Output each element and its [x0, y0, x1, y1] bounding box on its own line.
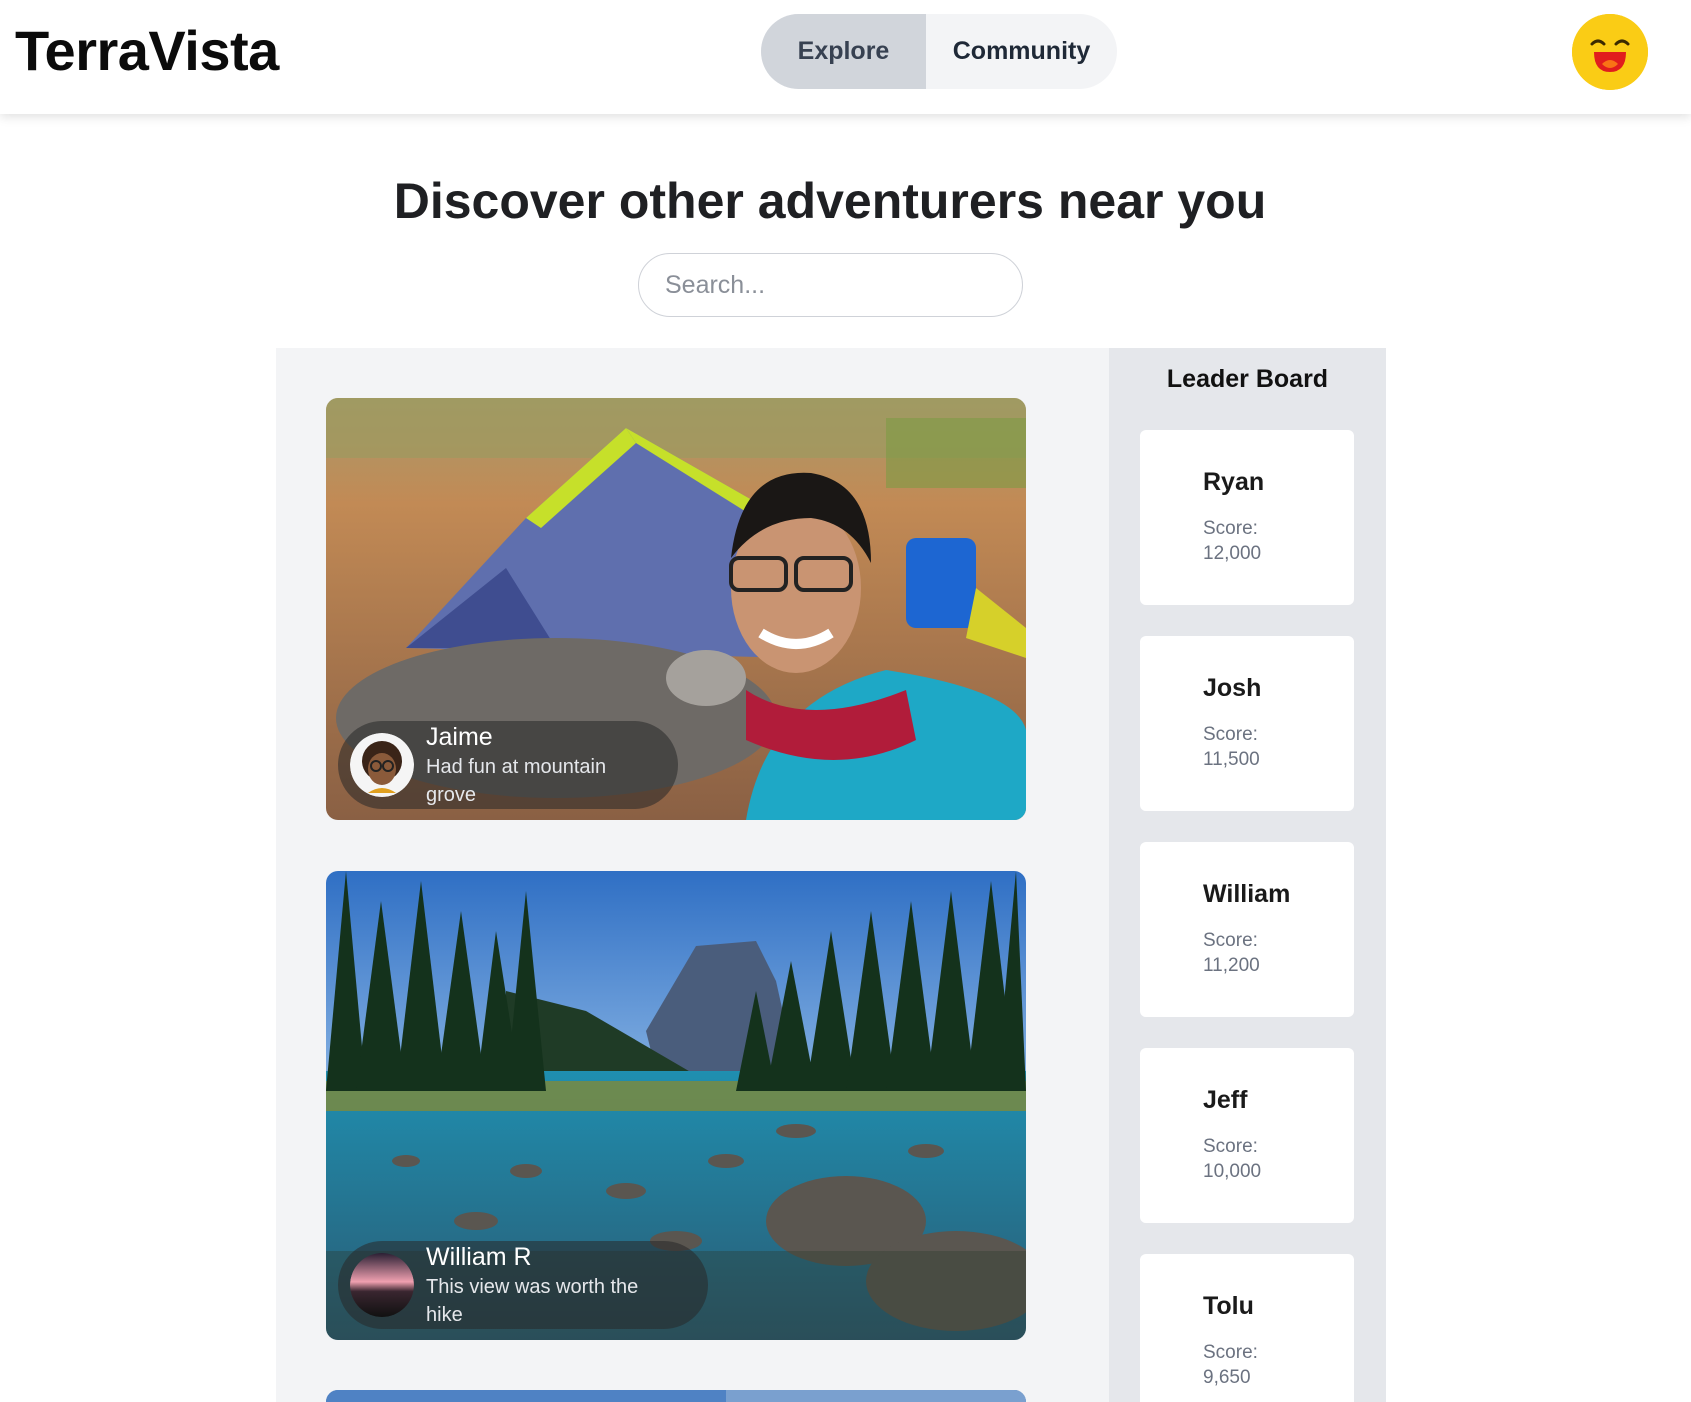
leader-name: Ryan — [1203, 468, 1265, 496]
post-card[interactable] — [326, 1390, 1026, 1402]
score-label: Score: — [1203, 1342, 1258, 1363]
leader-name: Josh — [1203, 674, 1262, 702]
search-input[interactable] — [638, 253, 1023, 317]
leaderboard-title: Leader Board — [1166, 365, 1329, 393]
leaderboard-entry[interactable]: Josh Score: 11,500 — [1140, 636, 1354, 811]
leaderboard-panel: Leader Board Ryan Score: 12,000 Josh Sco… — [1109, 348, 1386, 1402]
score-label: Score: — [1203, 724, 1258, 745]
author-name[interactable]: William R — [426, 1241, 676, 1273]
author-name[interactable]: Jaime — [426, 721, 646, 753]
score-label: Score: — [1203, 930, 1258, 951]
memoji-avatar-icon — [350, 733, 414, 797]
leaderboard-entry[interactable]: Ryan Score: 12,000 — [1140, 430, 1354, 605]
score-label: Score: — [1203, 518, 1258, 539]
sky-photo — [326, 1390, 1026, 1402]
leaderboard-entry[interactable]: Tolu Score: 9,650 — [1140, 1254, 1354, 1402]
author-avatar[interactable] — [350, 1253, 414, 1317]
leader-name: Tolu — [1203, 1292, 1254, 1320]
nav-tabs: Explore Community — [761, 14, 1117, 89]
tab-explore[interactable]: Explore — [761, 14, 926, 89]
score-value: 11,200 — [1203, 955, 1260, 976]
sunset-avatar-icon — [350, 1253, 414, 1317]
score-value: 10,000 — [1203, 1161, 1262, 1182]
post-caption: William R This view was worth the hike — [338, 1241, 708, 1329]
post-card[interactable]: William R This view was worth the hike — [326, 871, 1026, 1340]
feed-panel: Jaime Had fun at mountain grove William … — [276, 348, 1109, 1402]
score-value: 12,000 — [1203, 543, 1262, 564]
post-caption: Jaime Had fun at mountain grove — [338, 721, 678, 809]
leader-name: William — [1203, 880, 1291, 908]
leaderboard-entry[interactable]: William Score: 11,200 — [1140, 842, 1354, 1017]
score-value: 11,500 — [1203, 749, 1260, 770]
score-value: 9,650 — [1203, 1367, 1251, 1388]
post-caption-text: This view was worth the hike — [426, 1276, 639, 1326]
post-card[interactable]: Jaime Had fun at mountain grove — [326, 398, 1026, 820]
author-avatar[interactable] — [350, 733, 414, 797]
post-caption-text: Had fun at mountain grove — [426, 756, 607, 806]
top-navbar: TerraVista Explore Community — [0, 0, 1691, 114]
page-title: Discover other adventurers near you — [393, 173, 1267, 229]
user-avatar-button[interactable] — [1572, 14, 1648, 90]
leader-name: Jeff — [1203, 1086, 1248, 1114]
laughing-face-icon — [1572, 14, 1648, 90]
app-logo[interactable]: TerraVista — [15, 18, 279, 83]
tab-community[interactable]: Community — [926, 14, 1117, 89]
leaderboard-entry[interactable]: Jeff Score: 10,000 — [1140, 1048, 1354, 1223]
score-label: Score: — [1203, 1136, 1258, 1157]
